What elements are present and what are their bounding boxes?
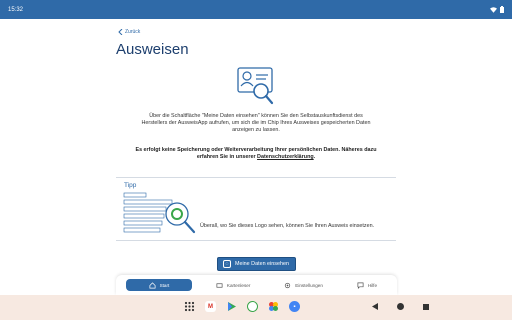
- recents-square-icon[interactable]: [423, 303, 429, 310]
- bottom-navigation: Start Kartenleser Einstellungen Hilfe: [116, 275, 397, 295]
- page-title: Ausweisen: [116, 41, 189, 58]
- messages-icon[interactable]: ▪: [289, 301, 300, 312]
- eid-logo-illustration-icon: [123, 192, 196, 234]
- privacy-notice-end: .: [313, 154, 316, 161]
- gear-icon: [285, 282, 291, 288]
- nav-label-card-reader: Kartenleser: [226, 282, 251, 288]
- status-bar: 15:32: [0, 0, 512, 19]
- gmail-icon[interactable]: M: [205, 301, 216, 312]
- divider-bottom: [116, 240, 396, 241]
- back-label: Zurück: [125, 29, 141, 35]
- back-triangle-icon[interactable]: [372, 303, 378, 310]
- chevron-left-icon: [118, 29, 123, 35]
- status-time: 15:32: [8, 6, 24, 13]
- play-store-icon[interactable]: [226, 301, 237, 312]
- main-content: Zurück Ausweisen Über die Schaltfläche "…: [0, 19, 512, 295]
- nav-item-help[interactable]: Hilfe: [347, 279, 387, 291]
- wifi-icon: [490, 6, 497, 13]
- ausweisapp-icon[interactable]: [247, 301, 258, 312]
- photos-icon[interactable]: [268, 301, 279, 312]
- view-my-data-label: Meine Daten einsehen: [235, 261, 289, 267]
- tip-text: Überall, wo Sie dieses Logo sehen, könne…: [200, 223, 375, 229]
- eid-logo-icon: ◌: [223, 260, 231, 268]
- nav-label-help: Hilfe: [367, 282, 378, 288]
- nav-item-start[interactable]: Start: [125, 279, 192, 291]
- privacy-notice-text: Es erfolgt keine Speicherung oder Weiter…: [135, 147, 377, 161]
- help-icon: [357, 282, 364, 289]
- id-card-search-icon: [237, 67, 274, 105]
- tip-label: Tipp: [124, 182, 137, 189]
- home-circle-icon[interactable]: [397, 303, 404, 310]
- nav-label-settings: Einstellungen: [295, 282, 323, 288]
- divider-top: [116, 177, 396, 178]
- home-icon: [149, 281, 156, 288]
- card-reader-icon: [216, 282, 223, 288]
- nav-item-card-reader[interactable]: Kartenleser: [206, 279, 261, 291]
- privacy-policy-link[interactable]: Datenschutzerklärung: [257, 154, 314, 160]
- view-my-data-button[interactable]: ◌ Meine Daten einsehen: [217, 257, 296, 271]
- status-icons: [490, 6, 504, 13]
- app-drawer-icon[interactable]: [184, 301, 195, 312]
- nav-item-settings[interactable]: Einstellungen: [274, 279, 333, 291]
- system-nav-buttons: [372, 303, 429, 310]
- nav-label-start: Start: [159, 282, 170, 288]
- privacy-notice: Es erfolgt keine Speicherung oder Weiter…: [126, 147, 386, 161]
- back-link[interactable]: Zurück: [118, 29, 140, 35]
- system-navigation-bar: M ▪: [0, 295, 512, 320]
- intro-text: Über die Schaltfläche "Meine Daten einse…: [141, 113, 371, 134]
- app-dock: M ▪: [184, 301, 300, 312]
- battery-icon: [500, 6, 504, 13]
